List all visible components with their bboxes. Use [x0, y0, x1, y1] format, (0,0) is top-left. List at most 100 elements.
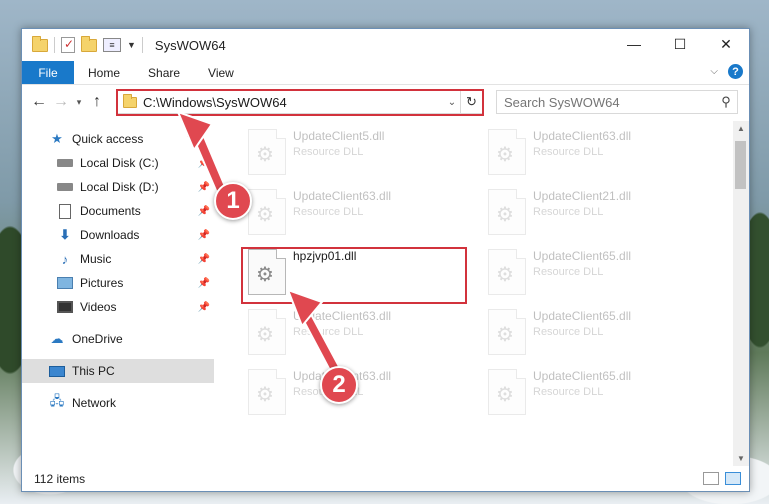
file-item[interactable]: ⚙ UpdateClient63.dll Resource DLL [242, 305, 470, 361]
search-box[interactable]: ⚲ [496, 90, 738, 114]
pin-icon[interactable]: 📌 [198, 182, 210, 193]
navigation-bar: ← → ▾ ↑ C:\Windows\SysWOW64 ⌄ ↻ ⚲ [22, 86, 749, 118]
new-folder-icon[interactable] [81, 35, 97, 52]
dll-file-icon: ⚙ [248, 309, 286, 355]
sidebar-item-videos[interactable]: Videos 📌 [22, 295, 214, 319]
pin-icon[interactable]: 📌 [198, 278, 210, 289]
tab-file[interactable]: File [22, 61, 74, 84]
callout-1: 1 [214, 182, 252, 220]
file-type: Resource DLL [293, 146, 364, 158]
pin-icon[interactable]: 📌 [198, 158, 210, 169]
file-item[interactable]: ⚙ UpdateClient65.dll Resource DLL [482, 245, 710, 301]
file-item[interactable]: ⚙ UpdateClient65.dll Resource DLL [482, 305, 710, 361]
file-type: Resource DLL [293, 326, 364, 338]
sidebar-item-network[interactable]: 🖧 Network [22, 391, 214, 415]
refresh-icon[interactable]: ↻ [460, 91, 482, 113]
scroll-thumb[interactable] [735, 141, 746, 189]
file-list: ⚙ UpdateClient5.dll Resource DLL ⚙ Update… [228, 121, 733, 466]
videos-icon [56, 299, 74, 315]
sidebar-item-local-disk-c[interactable]: Local Disk (C:) 📌 [22, 151, 214, 175]
scroll-up-icon[interactable]: ▲ [733, 124, 749, 133]
expand-ribbon-chevron-icon[interactable]: ⌵ [710, 66, 718, 77]
explorer-window: ≡ ▼ SysWOW64 — ☐ ✕ File Home Share View … [21, 28, 750, 492]
address-path[interactable]: C:\Windows\SysWOW64 [143, 95, 444, 110]
up-arrow-icon[interactable]: ↑ [86, 93, 108, 111]
back-arrow-icon[interactable]: ← [28, 93, 50, 111]
file-type: Resource DLL [533, 206, 604, 218]
sidebar-item-pictures[interactable]: Pictures 📌 [22, 271, 214, 295]
sidebar-item-documents[interactable]: Documents 📌 [22, 199, 214, 223]
dll-file-icon: ⚙ [248, 249, 286, 295]
documents-icon [56, 203, 74, 219]
navigation-pane: ★ Quick access Local Disk (C:) 📌 Local D… [22, 121, 216, 466]
file-item[interactable]: ⚙ UpdateClient5.dll Resource DLL [242, 125, 470, 181]
dll-file-icon: ⚙ [248, 189, 286, 235]
tab-share[interactable]: Share [134, 61, 194, 84]
recent-locations-chevron-icon[interactable]: ▾ [72, 97, 86, 108]
file-item[interactable]: ⚙ UpdateClient63.dll Resource DLL [242, 185, 470, 241]
customize-toolbar-icon[interactable]: ≡ [103, 38, 121, 52]
sidebar-item-label: Documents [80, 204, 141, 218]
maximize-button[interactable]: ☐ [657, 29, 703, 59]
scroll-down-icon[interactable]: ▼ [733, 454, 749, 463]
sidebar-item-downloads[interactable]: ⬇ Downloads 📌 [22, 223, 214, 247]
file-name: hpzjvp01.dll [293, 249, 357, 263]
file-item-hpzjvp01[interactable]: ⚙ hpzjvp01.dll [242, 245, 470, 301]
sidebar-item-this-pc[interactable]: This PC [22, 359, 214, 383]
pin-icon[interactable]: 📌 [198, 254, 210, 265]
toolbar-divider [54, 37, 55, 53]
file-item[interactable]: ⚙ UpdateClient65.dll Resource DLL [482, 365, 710, 421]
pin-icon[interactable]: 📌 [198, 302, 210, 313]
view-toggle [703, 472, 741, 485]
search-input[interactable] [504, 94, 715, 110]
dll-file-icon: ⚙ [488, 249, 526, 295]
item-count: 112 items [34, 472, 86, 486]
dll-file-icon: ⚙ [488, 309, 526, 355]
dll-file-icon: ⚙ [248, 369, 286, 415]
sidebar-item-onedrive[interactable]: ☁ OneDrive [22, 327, 214, 351]
folder-icon [32, 35, 48, 52]
file-name: UpdateClient63.dll [293, 309, 392, 323]
window-title: SysWOW64 [154, 37, 226, 53]
properties-check-icon[interactable] [61, 37, 75, 53]
pin-icon[interactable]: 📌 [198, 206, 210, 217]
address-bar[interactable]: C:\Windows\SysWOW64 ⌄ ↻ [116, 90, 483, 114]
sidebar-item-label: Videos [80, 300, 117, 314]
dll-file-icon: ⚙ [488, 129, 526, 175]
chevron-down-icon[interactable]: ▼ [127, 40, 136, 50]
file-type: Resource DLL [533, 386, 604, 398]
file-name: UpdateClient65.dll [533, 249, 632, 263]
vertical-scrollbar[interactable]: ▲ ▼ [733, 121, 749, 466]
large-icons-view-icon[interactable] [725, 472, 741, 485]
sidebar-item-label: OneDrive [72, 332, 123, 346]
disk-icon [56, 179, 74, 195]
file-name: UpdateClient65.dll [533, 309, 632, 323]
search-icon[interactable]: ⚲ [715, 94, 737, 110]
network-icon: 🖧 [49, 393, 65, 408]
file-type: Resource DLL [533, 266, 604, 278]
sidebar-item-local-disk-d[interactable]: Local Disk (D:) 📌 [22, 175, 214, 199]
sidebar-item-label: Network [72, 396, 117, 410]
file-item[interactable]: ⚙ UpdateClient63.dll Resource DLL [482, 125, 710, 181]
address-dropdown-icon[interactable]: ⌄ [444, 97, 460, 108]
minimize-button[interactable]: — [611, 29, 657, 59]
close-button[interactable]: ✕ [703, 29, 749, 59]
title-bar: ≡ ▼ SysWOW64 — ☐ ✕ [22, 29, 749, 61]
dll-file-icon: ⚙ [488, 369, 526, 415]
window-controls: — ☐ ✕ [611, 29, 749, 59]
sidebar-item-quick-access[interactable]: ★ Quick access [22, 127, 214, 151]
tab-view[interactable]: View [194, 61, 248, 84]
pin-icon[interactable]: 📌 [198, 230, 210, 241]
tab-home[interactable]: Home [74, 61, 134, 84]
star-icon: ★ [51, 131, 63, 146]
cloud-icon: ☁ [50, 331, 64, 346]
sidebar-item-label: Local Disk (D:) [80, 180, 159, 194]
sidebar-item-music[interactable]: ♪ Music 📌 [22, 247, 214, 271]
details-view-icon[interactable] [703, 472, 719, 485]
help-icon[interactable]: ? [728, 64, 743, 79]
folder-icon [123, 93, 137, 108]
file-item[interactable]: ⚙ UpdateClient21.dll Resource DLL [482, 185, 710, 241]
sidebar-item-label: Pictures [80, 276, 124, 290]
forward-arrow-icon[interactable]: → [50, 93, 72, 111]
ribbon-right-controls: ⌵ ? [710, 64, 743, 79]
